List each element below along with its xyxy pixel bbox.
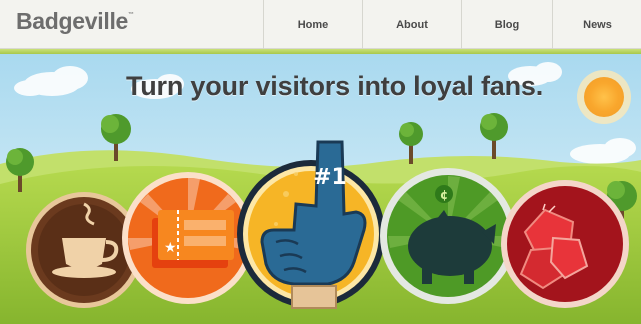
hero-banner: Turn your visitors into loyal fans. ★ #1… bbox=[0, 54, 641, 324]
nav-news-label: News bbox=[583, 18, 612, 31]
nav-about-label: About bbox=[396, 18, 428, 31]
site-header: Badgeville™ Home About Blog News bbox=[0, 0, 641, 49]
gems-badge[interactable] bbox=[495, 170, 635, 324]
nav-blog[interactable]: Blog bbox=[461, 0, 552, 49]
svg-text:★: ★ bbox=[164, 240, 177, 256]
finger-number: #1 bbox=[313, 165, 347, 190]
nav-home-label: Home bbox=[297, 18, 329, 31]
ticket-icon: ★ bbox=[152, 210, 234, 268]
logo-text: Badgeville bbox=[16, 8, 129, 34]
coin-symbol: ¢ bbox=[440, 188, 448, 202]
nav-blog-label: Blog bbox=[494, 18, 520, 31]
logo[interactable]: Badgeville™ bbox=[16, 8, 134, 35]
logo-trademark: ™ bbox=[128, 12, 134, 18]
hero-headline: Turn your visitors into loyal fans. bbox=[125, 71, 544, 101]
foam-finger-badge[interactable]: #1 bbox=[236, 134, 386, 324]
main-nav: Home About Blog News bbox=[263, 0, 641, 49]
nav-news[interactable]: News bbox=[552, 0, 641, 49]
nav-about[interactable]: About bbox=[362, 0, 461, 49]
nav-home[interactable]: Home bbox=[263, 0, 362, 49]
